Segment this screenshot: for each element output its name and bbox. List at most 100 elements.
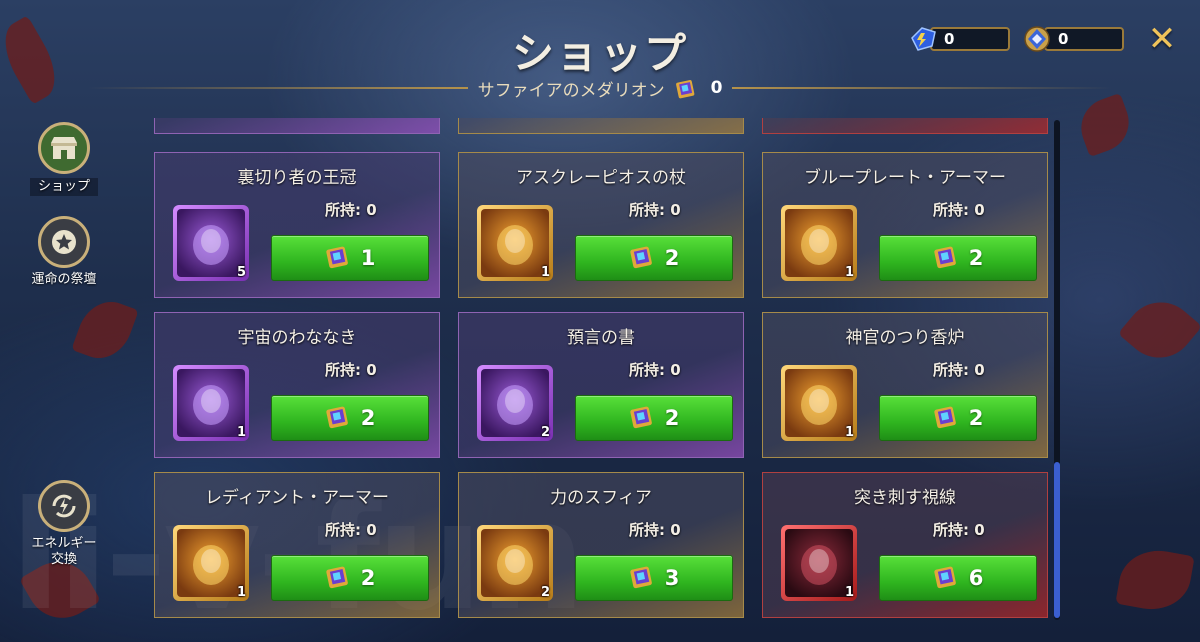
sidebar-item-shop[interactable]: ショップ	[14, 122, 114, 196]
sidebar-item-altar[interactable]: 運命の祭壇	[14, 216, 114, 288]
buy-price: 2	[360, 406, 376, 430]
petal-decoration	[1072, 92, 1138, 158]
shop-card: 神官のつり香炉 所持: 0 1 2	[762, 312, 1048, 458]
item-icon-frame[interactable]: 1	[173, 525, 249, 601]
emblem-currency[interactable]: 0	[1022, 24, 1124, 54]
energy-count: 0	[930, 27, 1010, 51]
item-quantity: 1	[236, 585, 246, 600]
shop-card: アスクレーピオスの杖 所持: 0 1 2	[458, 152, 744, 298]
emblem-count: 0	[1044, 27, 1124, 51]
item-icon-frame[interactable]: 2	[477, 365, 553, 441]
sapphire-medallion-icon	[629, 563, 655, 593]
item-icon	[481, 529, 549, 597]
shop-grid: 裏切り者の王冠 所持: 0 5 1 アスクレーピオスの杖 所持: 0 1 2 ブ…	[150, 118, 1050, 628]
star-icon	[38, 216, 90, 268]
shop-card: 裏切り者の王冠 所持: 0 5 1	[154, 152, 440, 298]
shop-card-partial	[762, 118, 1048, 134]
scrollbar-thumb[interactable]	[1054, 462, 1060, 618]
medallion-count: 0	[710, 78, 723, 98]
buy-button[interactable]: 3	[575, 555, 733, 601]
buy-price: 2	[360, 566, 376, 590]
owned-count: 所持: 0	[629, 521, 681, 539]
item-icon-frame[interactable]: 1	[781, 365, 857, 441]
item-quantity: 1	[844, 585, 854, 600]
sapphire-medallion-icon	[629, 243, 655, 273]
item-icon	[481, 209, 549, 277]
item-icon	[481, 369, 549, 437]
owned-count: 所持: 0	[629, 361, 681, 379]
item-icon	[177, 529, 245, 597]
item-name: 宇宙のわななき	[237, 328, 357, 348]
item-icon	[785, 369, 853, 437]
sapphire-medallion-icon	[325, 403, 351, 433]
item-icon-frame[interactable]: 2	[477, 525, 553, 601]
petal-decoration	[1117, 287, 1200, 373]
energy-currency[interactable]: 0	[908, 24, 1010, 54]
shop-card: 突き刺す視線 所持: 0 1 6	[762, 472, 1048, 618]
item-quantity: 5	[236, 265, 246, 280]
buy-price: 2	[664, 406, 680, 430]
item-icon-frame[interactable]: 1	[781, 205, 857, 281]
buy-price: 1	[360, 246, 376, 270]
buy-button[interactable]: 2	[271, 555, 429, 601]
sapphire-medallion-icon	[325, 243, 351, 273]
item-name: アスクレーピオスの杖	[516, 168, 686, 188]
item-icon-frame[interactable]: 1	[781, 525, 857, 601]
item-icon	[785, 209, 853, 277]
sapphire-medallion-icon	[325, 563, 351, 593]
shop-card: レディアント・アーマー 所持: 0 1 2	[154, 472, 440, 618]
item-icon	[177, 209, 245, 277]
owned-count: 所持: 0	[933, 201, 985, 219]
sidebar-item-label: 運命の祭壇	[31, 272, 97, 287]
item-quantity: 2	[540, 425, 550, 440]
item-name: レディアント・アーマー	[204, 488, 390, 508]
item-icon-frame[interactable]: 5	[173, 205, 249, 281]
item-icon-frame[interactable]: 1	[173, 365, 249, 441]
item-name: 突き刺す視線	[854, 488, 956, 508]
buy-button[interactable]: 2	[271, 395, 429, 441]
shop-card: 預言の書 所持: 0 2 2	[458, 312, 744, 458]
item-quantity: 1	[540, 265, 550, 280]
divider	[732, 87, 1113, 89]
item-quantity: 1	[236, 425, 246, 440]
divider	[87, 87, 468, 89]
item-quantity: 2	[540, 585, 550, 600]
owned-count: 所持: 0	[629, 201, 681, 219]
item-name: 預言の書	[567, 328, 635, 348]
close-icon: ✕	[1147, 19, 1177, 59]
emblem-icon	[1022, 24, 1052, 54]
owned-count: 所持: 0	[325, 361, 377, 379]
item-icon-frame[interactable]: 1	[477, 205, 553, 281]
item-name: 裏切り者の王冠	[237, 168, 357, 188]
sapphire-medallion-icon	[933, 403, 959, 433]
petal-decoration	[1115, 544, 1195, 616]
buy-price: 3	[664, 566, 680, 590]
medallion-label: サファイアのメダリオン	[477, 80, 665, 101]
close-button[interactable]: ✕	[1146, 22, 1178, 56]
sapphire-medallion-icon	[933, 563, 959, 593]
shop-icon	[38, 122, 90, 174]
page-title: ショップ	[511, 29, 688, 78]
energy-gem-icon	[908, 24, 938, 54]
sidebar-item-energy-exchange[interactable]: エネルギー 交換	[14, 480, 114, 568]
buy-button[interactable]: 6	[879, 555, 1037, 601]
buy-price: 2	[968, 246, 984, 270]
buy-button[interactable]: 1	[271, 235, 429, 281]
shop-card: 宇宙のわななき 所持: 0 1 2	[154, 312, 440, 458]
scrollbar[interactable]	[1054, 120, 1060, 620]
energy-exchange-icon	[38, 480, 90, 532]
buy-button[interactable]: 2	[575, 235, 733, 281]
buy-price: 2	[664, 246, 680, 270]
item-quantity: 1	[844, 425, 854, 440]
owned-count: 所持: 0	[325, 201, 377, 219]
buy-button[interactable]: 2	[879, 235, 1037, 281]
owned-count: 所持: 0	[933, 521, 985, 539]
buy-button[interactable]: 2	[879, 395, 1037, 441]
buy-button[interactable]: 2	[575, 395, 733, 441]
item-icon	[177, 369, 245, 437]
item-name: ブループレート・アーマー	[804, 168, 1006, 188]
owned-count: 所持: 0	[933, 361, 985, 379]
item-name: 神官のつり香炉	[845, 328, 965, 348]
petal-decoration	[71, 293, 139, 367]
shop-card-partial	[154, 118, 440, 134]
